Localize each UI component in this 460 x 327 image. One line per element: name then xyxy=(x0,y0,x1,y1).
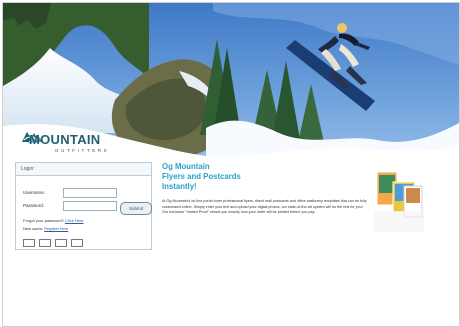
register-link[interactable]: Register here xyxy=(44,226,68,231)
username-label: Username: xyxy=(23,190,46,195)
hero-title-line-2: Flyers and Postcards xyxy=(162,172,241,181)
forgot-password-link[interactable]: Click Here xyxy=(65,218,83,223)
submit-button[interactable]: Submit xyxy=(120,202,152,215)
flag-germany-icon[interactable] xyxy=(55,239,67,247)
description-paragraph: At Og Mountain's on-line portal order pr… xyxy=(162,199,367,215)
flag-france-icon[interactable] xyxy=(71,239,83,247)
hero-heading: Og Mountain Flyers and Postcards Instant… xyxy=(162,162,282,192)
new-user-text: New users: xyxy=(23,226,44,231)
hero-title-line-1: Og Mountain xyxy=(162,162,210,171)
username-input[interactable] xyxy=(63,188,117,198)
page-frame: MOUNTAIN OUTFITTERS Login: Username: Pas… xyxy=(2,2,460,327)
password-label: Password: xyxy=(23,203,45,208)
sample-flyers-image xyxy=(371,171,429,237)
forgot-password-row: Forgot your password? Click Here xyxy=(23,218,84,223)
forgot-password-text: Forgot your password? xyxy=(23,218,64,223)
password-input[interactable] xyxy=(63,201,117,211)
brand-tagline: OUTFITTERS xyxy=(55,148,110,153)
brand-name: MOUNTAIN xyxy=(29,132,101,147)
login-panel: Login: Username: Password: Submit Forgot… xyxy=(15,162,152,250)
new-user-row: New users: Register here xyxy=(23,226,68,231)
language-flags xyxy=(23,239,93,247)
hero-title-line-3: Instantly! xyxy=(162,182,197,191)
flag-uk-icon[interactable] xyxy=(39,239,51,247)
flag-us-icon[interactable] xyxy=(23,239,35,247)
login-title: Login: xyxy=(16,163,151,176)
